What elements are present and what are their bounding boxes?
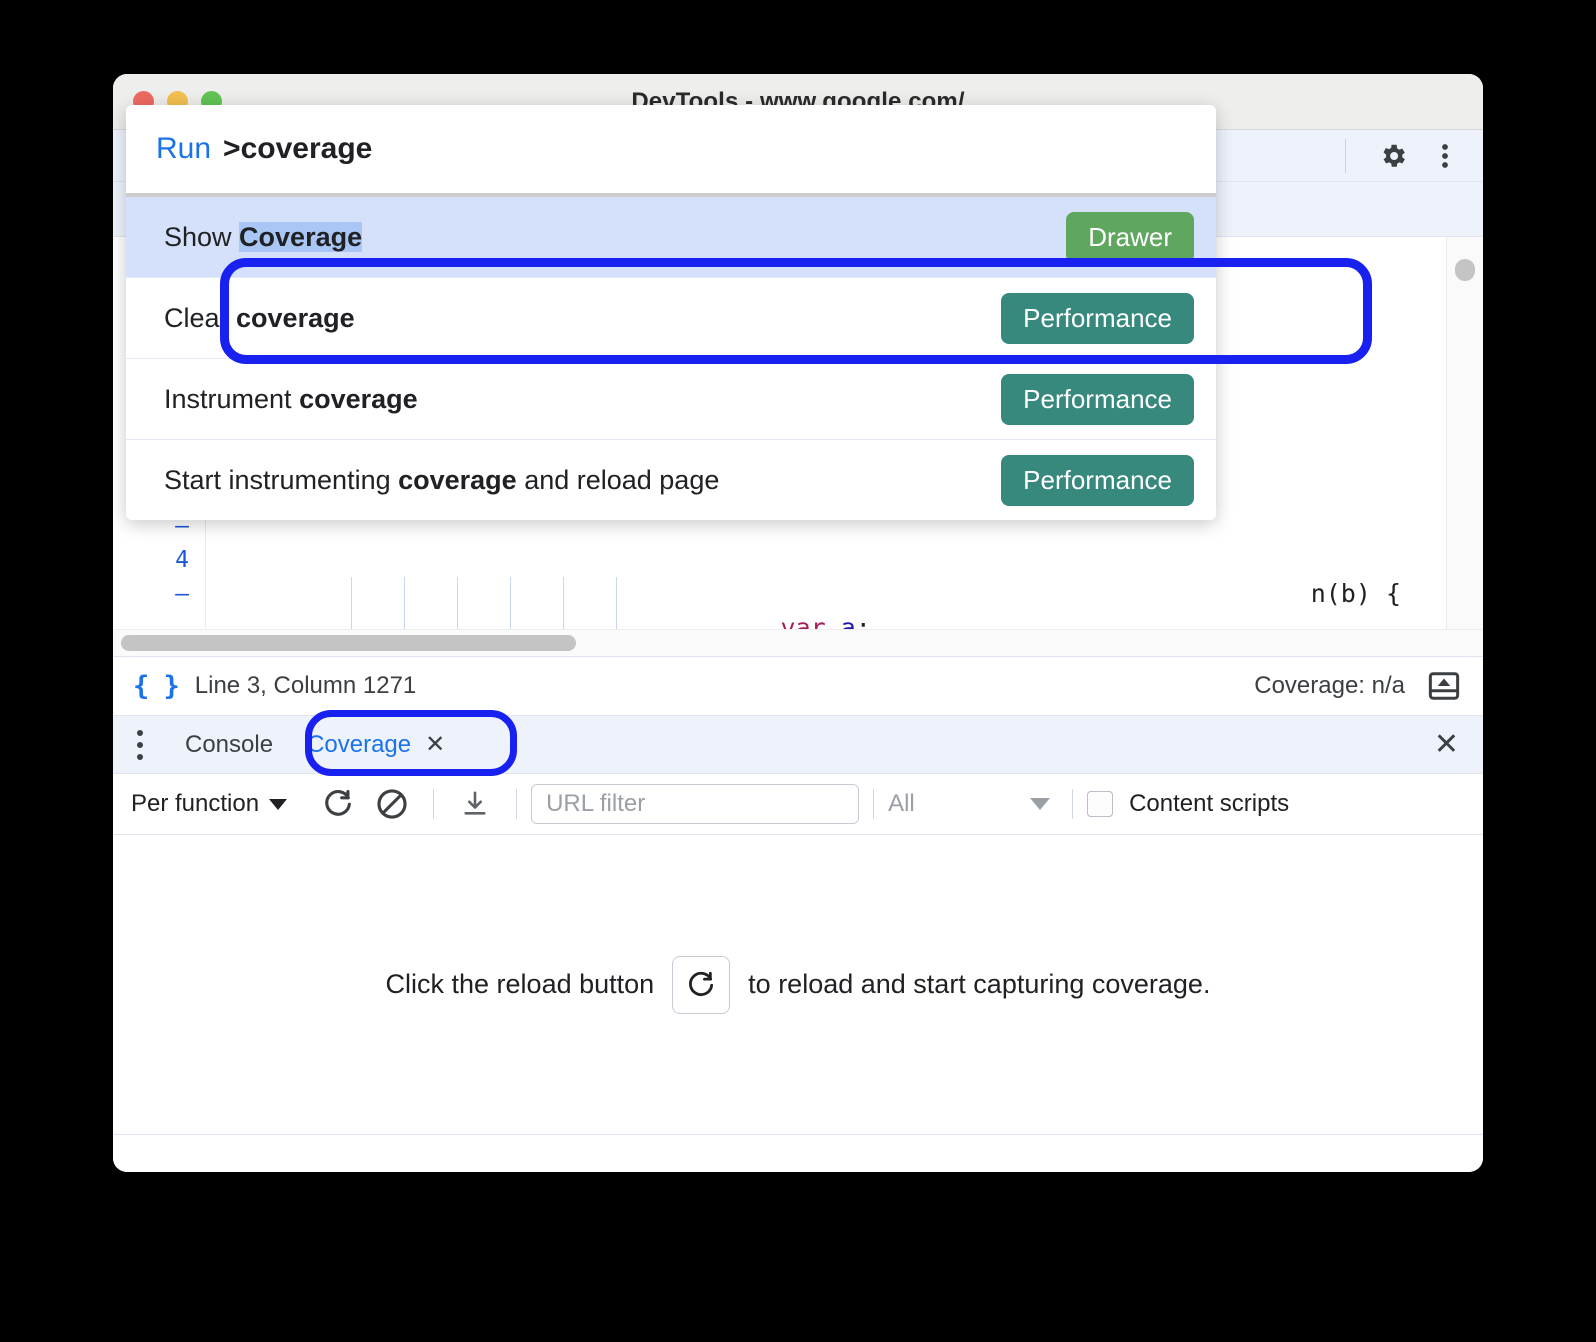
command-palette-input[interactable]: >coverage xyxy=(223,132,372,166)
editor-horizontal-scrollbar[interactable] xyxy=(113,629,1483,657)
label-match: coverage xyxy=(398,464,517,495)
palette-item-badge: Performance xyxy=(1001,454,1194,506)
more-options-icon[interactable] xyxy=(1419,133,1471,179)
label-prefix: Start instrumenting xyxy=(164,464,399,495)
command-palette-query-row[interactable]: Run >coverage xyxy=(126,105,1216,193)
palette-item-clear-coverage[interactable]: Clear coverage Performance xyxy=(126,277,1216,358)
editor-horizontal-scroll-thumb[interactable] xyxy=(121,635,576,651)
pretty-print-braces-icon[interactable]: { } xyxy=(133,671,180,702)
label-suffix: and reload page xyxy=(516,464,720,495)
cursor-position-label: Line 3, Column 1271 xyxy=(194,672,417,699)
drawer-tabstrip: Console Coverage ✕ ✕ xyxy=(113,716,1483,774)
palette-item-badge: Performance xyxy=(1001,373,1194,425)
statusbar-right: Coverage: n/a xyxy=(1254,671,1461,701)
label-match: coverage xyxy=(236,302,355,333)
clear-coverage-icon[interactable] xyxy=(365,777,419,831)
toolbar-divider xyxy=(873,789,875,819)
editor-vertical-scrollbar[interactable] xyxy=(1446,237,1483,629)
palette-item-label: Instrument coverage xyxy=(164,384,418,415)
palette-item-badge: Performance xyxy=(1001,292,1194,344)
palette-item-label: Start instrumenting coverage and reload … xyxy=(164,465,719,496)
settings-gear-icon[interactable] xyxy=(1367,133,1419,179)
label-prefix: Instrument xyxy=(164,383,300,414)
content-scripts-label: Content scripts xyxy=(1129,790,1290,817)
coverage-empty-prefix: Click the reload button xyxy=(385,969,655,999)
label-match: coverage xyxy=(299,383,418,414)
toolbar-divider xyxy=(516,789,518,819)
coverage-empty-suffix: to reload and start capturing coverage. xyxy=(748,969,1211,999)
drawer-tab-coverage-label: Coverage xyxy=(307,730,412,758)
download-export-icon[interactable] xyxy=(448,777,502,831)
palette-item-instrument-coverage[interactable]: Instrument coverage Performance xyxy=(126,358,1216,439)
label-match: Coverage xyxy=(239,221,363,252)
reload-icon[interactable] xyxy=(311,777,365,831)
query-symbol: > xyxy=(223,132,241,165)
more-tools-kebab-icon[interactable] xyxy=(113,716,167,773)
code-line-var: var a; xyxy=(206,577,1447,629)
screenshot-stage: DevTools - www.google.com/ – 4 – n(b) {… xyxy=(0,0,1596,1342)
close-drawer-icon[interactable]: ✕ xyxy=(1434,729,1459,760)
palette-item-badge: Drawer xyxy=(1066,211,1194,263)
content-scripts-toggle[interactable]: Content scripts xyxy=(1087,790,1289,818)
editor-statusbar: { } Line 3, Column 1271 Coverage: n/a xyxy=(113,657,1483,716)
show-drawer-icon[interactable] xyxy=(1427,671,1461,701)
coverage-type-filter-value: All xyxy=(888,790,915,817)
code-line-function: n(b) { xyxy=(206,543,1447,608)
reload-icon[interactable] xyxy=(672,955,731,1014)
coverage-summary-label: Coverage: n/a xyxy=(1254,672,1405,699)
palette-item-label: Clear coverage xyxy=(164,303,355,334)
code-keyword-var: var xyxy=(780,613,826,629)
coverage-type-filter[interactable]: All xyxy=(888,790,1058,818)
palette-item-label: Show Coverage xyxy=(164,221,363,253)
chevron-down-icon xyxy=(1030,798,1051,810)
content-scripts-checkbox[interactable] xyxy=(1087,791,1114,817)
code-semicolon: ; xyxy=(855,613,871,629)
code-identifier-a: a xyxy=(825,613,856,629)
editor-vertical-scroll-thumb[interactable] xyxy=(1455,259,1475,281)
url-filter-placeholder: URL filter xyxy=(546,790,646,817)
chevron-down-icon xyxy=(269,798,288,810)
command-palette-mode-label: Run xyxy=(156,132,212,165)
query-text: coverage xyxy=(240,132,373,165)
palette-item-show-coverage[interactable]: Show Coverage Drawer xyxy=(126,197,1216,277)
drawer-tab-console[interactable]: Console xyxy=(167,716,291,773)
gutter-line: 4 xyxy=(175,547,189,573)
drawer-tab-coverage[interactable]: Coverage ✕ xyxy=(291,723,461,767)
close-coverage-tab-icon[interactable]: ✕ xyxy=(425,732,445,757)
label-prefix: Show xyxy=(164,221,240,252)
toolbar-divider xyxy=(1072,789,1074,819)
coverage-empty-state: Click the reload button to reload and st… xyxy=(113,835,1483,1135)
coverage-mode-dropdown[interactable]: Per function xyxy=(131,790,288,818)
gutter-line: – xyxy=(175,581,189,607)
coverage-mode-label: Per function xyxy=(131,790,260,817)
coverage-empty-message: Click the reload button to reload and st… xyxy=(385,955,1211,1014)
url-filter-input[interactable]: URL filter xyxy=(531,784,860,824)
coverage-footer xyxy=(113,1135,1483,1172)
tabstrip-actions xyxy=(1345,138,1471,173)
label-prefix: Clear xyxy=(164,302,237,333)
toolbar-divider xyxy=(433,789,435,819)
palette-item-start-instrumenting-coverage[interactable]: Start instrumenting coverage and reload … xyxy=(126,439,1216,520)
command-palette: Run >coverage Show Coverage Drawer Clear… xyxy=(126,105,1216,520)
coverage-toolbar: Per function URL filter All Content scri… xyxy=(113,774,1483,835)
